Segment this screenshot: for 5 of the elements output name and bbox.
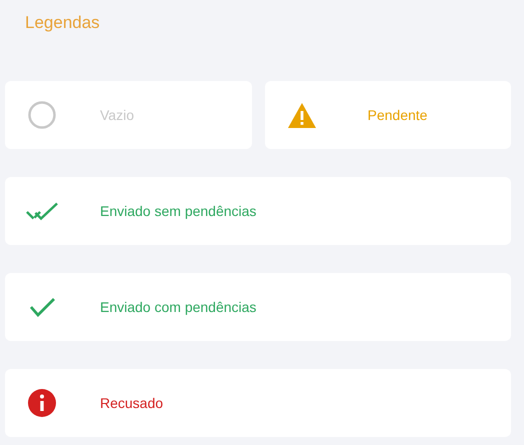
legend-title: Legendas xyxy=(25,12,101,34)
legend-label: Pendente xyxy=(368,107,428,123)
legend-label: Enviado sem pendências xyxy=(100,203,256,219)
legend-label: Enviado com pendências xyxy=(100,299,256,315)
legend-label: Recusado xyxy=(100,395,164,411)
